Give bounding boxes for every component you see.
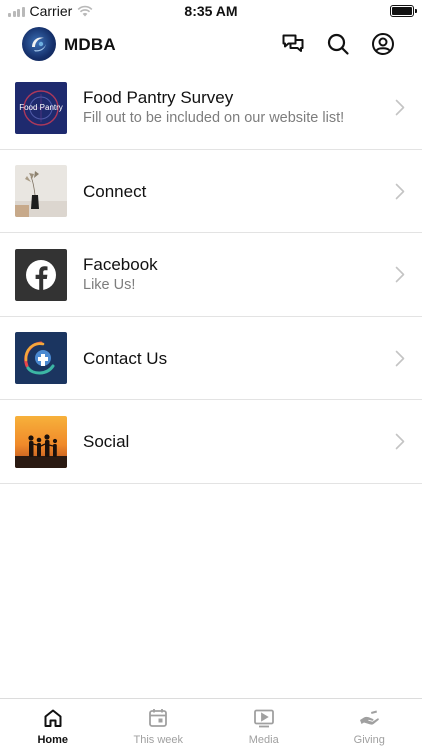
list-item-connect[interactable]: Connect (0, 150, 422, 233)
app-header: MDBA (0, 22, 422, 66)
home-icon (42, 707, 64, 729)
item-title: Connect (83, 181, 147, 201)
tab-giving[interactable]: Giving (317, 699, 422, 750)
app-title: MDBA (64, 35, 116, 54)
tab-media[interactable]: Media (211, 699, 317, 750)
social-thumbnail (15, 415, 67, 468)
contact-thumbnail (15, 332, 67, 384)
tab-label: This week (133, 734, 184, 746)
app-logo (22, 27, 56, 61)
status-bar: Carrier 8:35 AM (0, 0, 422, 22)
item-title: Food Pantry Survey (83, 88, 234, 107)
chevron-right-icon (395, 183, 405, 200)
food-pantry-thumb-text: Food Pantry (19, 103, 63, 112)
status-time: 8:35 AM (184, 3, 238, 19)
tab-label: Giving (353, 734, 385, 746)
list-item-contact-us[interactable]: Contact Us (0, 317, 422, 400)
menu-list: Food Pantry Food Pantry Survey Fill out … (0, 66, 422, 484)
chevron-right-icon (395, 350, 405, 367)
tab-home[interactable]: Home (0, 699, 106, 750)
profile-icon[interactable] (371, 32, 395, 56)
list-item-facebook[interactable]: Facebook Like Us! (0, 233, 422, 317)
giving-icon (358, 707, 380, 729)
tab-label: Media (248, 734, 279, 746)
media-icon (253, 707, 275, 729)
calendar-icon (147, 707, 169, 729)
connect-thumbnail (15, 165, 67, 217)
chevron-right-icon (395, 99, 405, 116)
food-pantry-thumbnail: Food Pantry (15, 81, 67, 134)
item-title: Social (83, 432, 130, 451)
tab-bar: Home This week Media Giving (0, 698, 422, 750)
item-title: Contact Us (83, 348, 168, 368)
search-icon[interactable] (326, 32, 350, 56)
item-subtitle: Fill out to be included on our website l… (83, 110, 345, 126)
item-subtitle: Like Us! (83, 277, 136, 293)
list-item-social[interactable]: Social (0, 400, 422, 484)
battery-icon (390, 5, 417, 17)
chevron-right-icon (395, 266, 405, 283)
item-title: Facebook (83, 255, 158, 274)
list-item-food-pantry-survey[interactable]: Food Pantry Food Pantry Survey Fill out … (0, 66, 422, 150)
tab-label: Home (37, 734, 69, 746)
facebook-thumbnail (15, 248, 67, 301)
tab-this-week[interactable]: This week (106, 699, 212, 750)
chevron-right-icon (395, 433, 405, 450)
chat-icon[interactable] (281, 32, 305, 56)
